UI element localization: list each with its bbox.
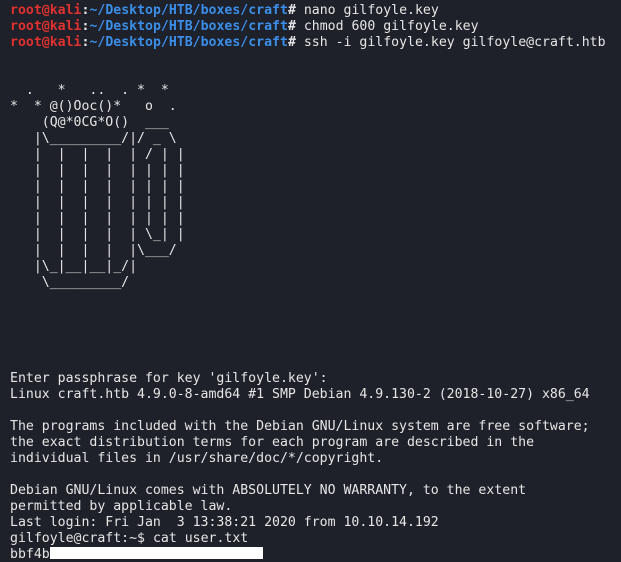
prompt-host: kali xyxy=(49,35,82,50)
ssh-output-line: Last login: Fri Jan 3 13:38:21 2020 from… xyxy=(10,515,439,530)
prompt-symbol: # xyxy=(287,35,296,50)
prompt-symbol: # xyxy=(287,3,296,18)
prompt-path: ~/Desktop/HTB/boxes/craft xyxy=(89,35,288,50)
remote-command-line: gilfoyle@craft:~$ cat user.txt xyxy=(10,531,611,547)
prompt-path: ~/Desktop/HTB/boxes/craft xyxy=(89,3,288,18)
command-line-3: root@kali:~/Desktop/HTB/boxes/craft# ssh… xyxy=(10,35,611,51)
flag-output-line: bbf4b xyxy=(10,547,611,562)
ssh-output-line: Debian GNU/Linux comes with ABSOLUTELY N… xyxy=(10,483,527,498)
prompt-at: @ xyxy=(41,35,50,50)
remote-prompt: gilfoyle@craft:~$ xyxy=(10,531,145,546)
ssh-output-line: Enter passphrase for key 'gilfoyle.key': xyxy=(10,371,328,386)
ssh-output-line: the exact distribution terms for each pr… xyxy=(10,435,535,450)
prompt-host: kali xyxy=(49,19,82,34)
prompt-at: @ xyxy=(41,19,50,34)
prompt-host: kali xyxy=(49,3,82,18)
prompt-user: root xyxy=(10,19,42,34)
ssh-output-line: individual files in /usr/share/doc/*/cop… xyxy=(10,451,384,466)
prompt-symbol: # xyxy=(287,19,296,34)
redaction-bar xyxy=(49,547,263,559)
command-text: chmod 600 gilfoyle.key xyxy=(303,19,479,34)
ascii-art-beer-banner: . * .. . * * * * @()Ooc()* o . (Q@*0CG*O… xyxy=(10,83,185,290)
ssh-output-line: permitted by applicable law. xyxy=(10,499,233,514)
flag-prefix: bbf4b xyxy=(10,547,50,562)
command-line-2: root@kali:~/Desktop/HTB/boxes/craft# chm… xyxy=(10,19,611,35)
ssh-output-line: Linux craft.htb 4.9.0-8-amd64 #1 SMP Deb… xyxy=(10,387,590,402)
ssh-output-line: The programs included with the Debian GN… xyxy=(10,419,590,434)
terminal-window[interactable]: root@kali:~/Desktop/HTB/boxes/craft# nan… xyxy=(0,0,621,562)
ssh-output-line xyxy=(10,403,611,419)
ssh-output-line xyxy=(10,467,611,483)
command-text: nano gilfoyle.key xyxy=(303,3,439,18)
prompt-user: root xyxy=(10,35,42,50)
command-line-1: root@kali:~/Desktop/HTB/boxes/craft# nan… xyxy=(10,3,611,19)
prompt-at: @ xyxy=(41,3,50,18)
command-text: ssh -i gilfoyle.key gilfoyle@craft.htb xyxy=(303,35,606,50)
remote-command-text: cat user.txt xyxy=(152,531,249,546)
prompt-user: root xyxy=(10,3,42,18)
prompt-path: ~/Desktop/HTB/boxes/craft xyxy=(89,19,288,34)
